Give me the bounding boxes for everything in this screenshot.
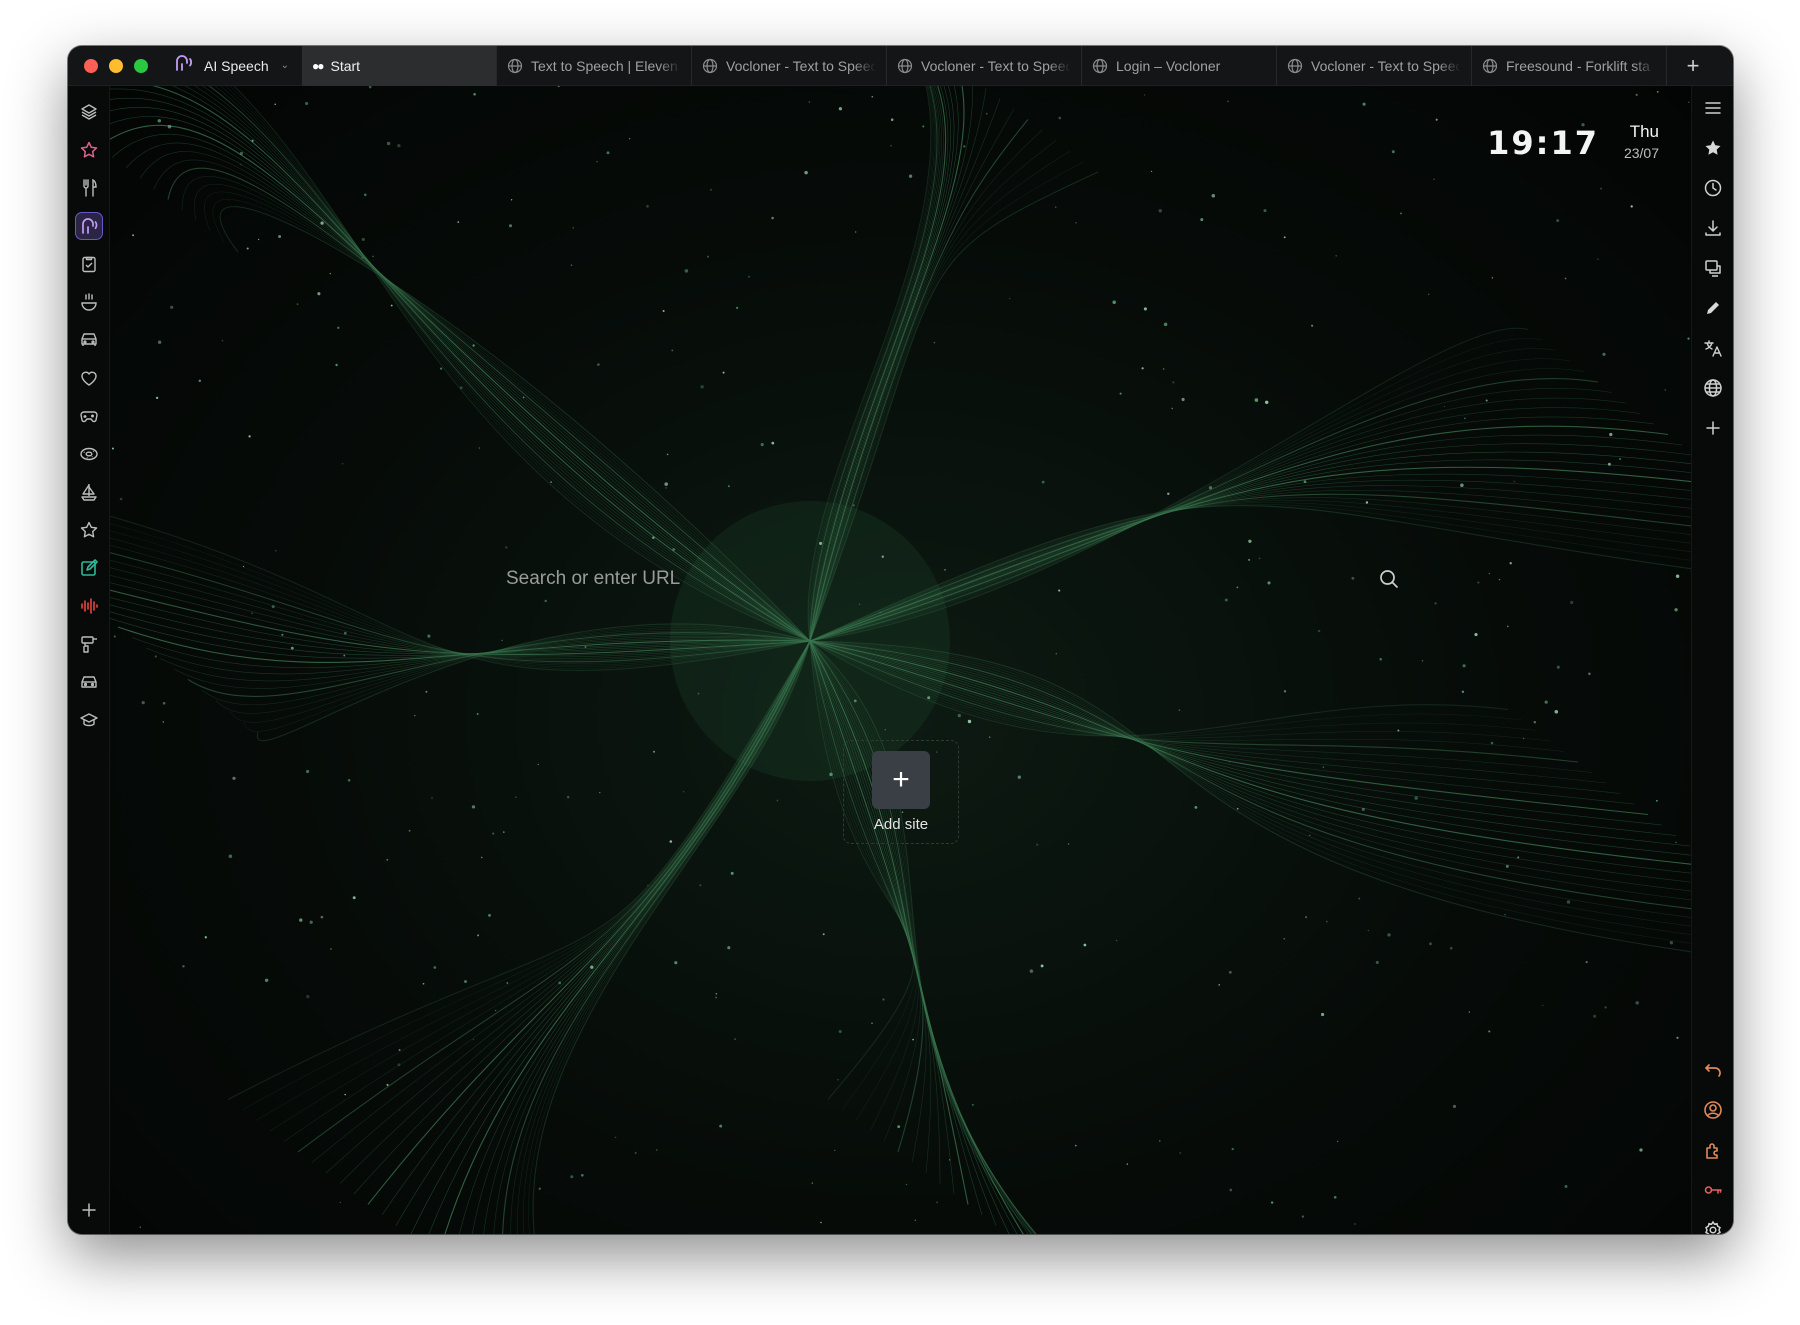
bookmark-star-icon[interactable] <box>1699 134 1727 162</box>
minimize-window-button[interactable] <box>109 58 123 73</box>
audio-wave-icon[interactable] <box>75 592 103 620</box>
tab-text-to-speech-eleven[interactable]: Text to Speech | Eleven <box>497 46 692 86</box>
download-icon[interactable] <box>1699 214 1727 242</box>
steaming-bowl-icon[interactable] <box>75 288 103 316</box>
left-sidebar <box>68 86 110 1234</box>
ai-speech-icon[interactable] <box>75 212 103 240</box>
tab-label: Vocloner - Text to Speech <box>726 57 876 74</box>
search-icon[interactable] <box>1378 568 1400 590</box>
close-window-button[interactable] <box>84 58 98 73</box>
new-tab-button[interactable]: + <box>1673 46 1713 86</box>
right-sidebar <box>1691 86 1733 1234</box>
snapshot-icon[interactable] <box>1699 254 1727 282</box>
tab-bar: AI Speech ⌄ ●● Start Text to Speech | El… <box>68 46 1733 86</box>
gamepad-icon[interactable] <box>75 402 103 430</box>
tab-freesound[interactable]: Freesound - Forklift sta <box>1472 46 1667 86</box>
menu-icon[interactable] <box>1699 94 1727 122</box>
browser-window: AI Speech ⌄ ●● Start Text to Speech | El… <box>68 46 1733 1234</box>
history-icon[interactable] <box>1699 174 1727 202</box>
cutlery-icon[interactable] <box>75 174 103 202</box>
globe-icon <box>507 58 523 73</box>
star-outline-icon[interactable] <box>75 516 103 544</box>
globe-icon <box>1092 58 1108 73</box>
add-site-label: Add site <box>873 816 929 833</box>
chevron-down-icon: ⌄ <box>280 60 289 71</box>
mask-icon: ●● <box>312 58 324 73</box>
maximize-window-button[interactable] <box>134 58 148 73</box>
search-input[interactable]: Search or enter URL <box>506 554 1406 604</box>
tab-start[interactable]: ●● Start <box>302 46 497 86</box>
pencil-icon[interactable] <box>1699 294 1727 322</box>
graduation-cap-icon[interactable] <box>75 706 103 734</box>
tab-vocloner-1[interactable]: Vocloner - Text to Speech <box>692 46 887 86</box>
add-site-button[interactable]: + Add site <box>843 740 959 844</box>
tab-label: Vocloner - Text to Speech <box>1311 57 1461 74</box>
sailboat-icon[interactable] <box>75 478 103 506</box>
tab-label: Login – Vocloner <box>1116 57 1221 74</box>
plus-icon: + <box>872 751 930 809</box>
drill-icon[interactable] <box>75 630 103 658</box>
extensions-icon[interactable] <box>1699 1136 1727 1164</box>
workspace-name: AI Speech <box>204 57 269 74</box>
car-icon[interactable] <box>75 326 103 354</box>
donut-icon[interactable] <box>75 440 103 468</box>
ai-speech-icon <box>174 54 194 77</box>
globe-icon <box>1482 58 1498 73</box>
clock-day: Thu <box>1629 122 1659 141</box>
clock-date-value: 23/07 <box>1623 145 1659 161</box>
search-placeholder: Search or enter URL <box>506 568 681 589</box>
start-page: 19:17 Thu 23/07 Search or enter URL + Ad… <box>110 86 1691 1234</box>
workspace-selector[interactable]: AI Speech ⌄ <box>174 54 302 77</box>
globe-icon <box>897 58 913 73</box>
tab-label: Start <box>330 57 361 74</box>
edit-square-icon[interactable] <box>75 554 103 582</box>
tab-strip: ●● Start Text to Speech | Eleven Voclone… <box>302 46 1667 86</box>
account-icon[interactable] <box>1699 1096 1727 1124</box>
layers-icon[interactable] <box>75 98 103 126</box>
undo-icon[interactable] <box>1699 1056 1727 1084</box>
car-front-icon[interactable] <box>75 668 103 696</box>
key-icon[interactable] <box>1699 1176 1727 1204</box>
add-icon[interactable] <box>1699 414 1727 442</box>
globe-icon <box>1287 58 1303 73</box>
tab-vocloner-2[interactable]: Vocloner - Text to Speech <box>887 46 1082 86</box>
heart-icon[interactable] <box>75 364 103 392</box>
window-controls <box>68 58 174 73</box>
tab-vocloner-3[interactable]: Vocloner - Text to Speech <box>1277 46 1472 86</box>
tab-login-vocloner[interactable]: Login – Vocloner <box>1082 46 1277 86</box>
tab-label: Vocloner - Text to Speech <box>921 57 1071 74</box>
clock-time: 19:17 <box>1487 124 1599 162</box>
background-wallpaper <box>110 86 1691 1234</box>
translate-icon[interactable] <box>1699 334 1727 362</box>
clock-date: Thu 23/07 <box>1624 122 1659 161</box>
clipboard-check-icon[interactable] <box>75 250 103 278</box>
globe-icon <box>702 58 718 73</box>
globe-icon[interactable] <box>1699 374 1727 402</box>
star-icon[interactable] <box>75 136 103 164</box>
settings-icon[interactable] <box>1699 1216 1727 1234</box>
tab-label: Freesound - Forklift sta <box>1506 57 1650 74</box>
add-panel-icon[interactable] <box>75 1196 103 1224</box>
tab-label: Text to Speech | Eleven <box>531 57 678 74</box>
